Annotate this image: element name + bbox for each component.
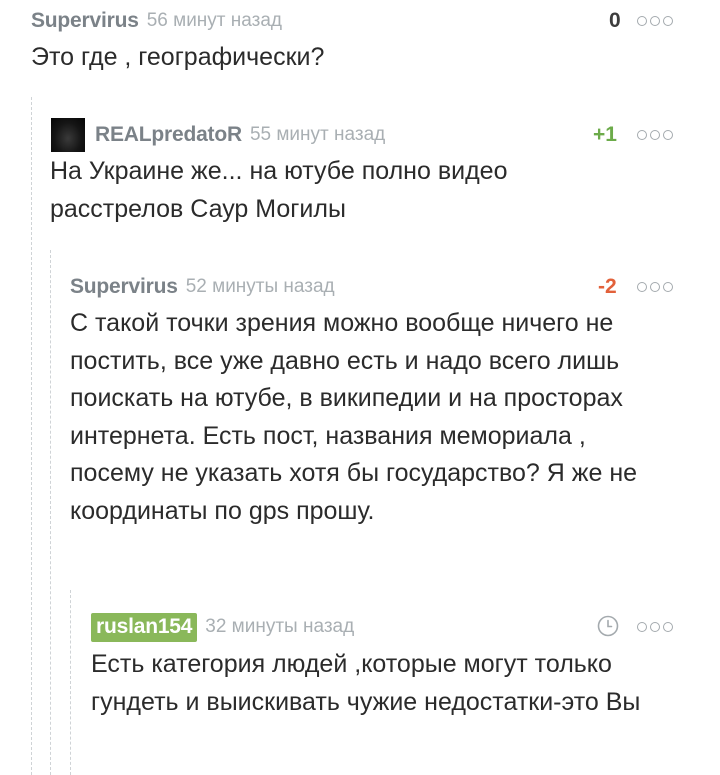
more-dots-icon[interactable] [637, 272, 673, 302]
comment-text: С такой точки зрения можно вообще ничего… [70, 309, 638, 525]
more-dots-icon[interactable] [637, 120, 673, 150]
comment: REALpredatoR 55 минут назад +1 [95, 120, 691, 150]
comment-text: На Украине же... на ютубе полно видео ра… [50, 157, 508, 223]
more-dots-icon[interactable] [637, 6, 673, 36]
thread-line-level-2 [50, 250, 51, 775]
comment-author[interactable]: Supervirus [70, 275, 178, 299]
comment-time[interactable]: 56 минут назад [147, 10, 282, 32]
comment-header: Supervirus 52 минуты назад [70, 272, 335, 302]
comment-rating: -2 [598, 275, 617, 298]
comment-author[interactable]: Supervirus [31, 9, 139, 33]
thread-line-level-3 [70, 590, 71, 775]
comment-author[interactable]: REALpredatoR [95, 123, 242, 147]
thread-line-level-1 [31, 97, 32, 775]
clock-icon[interactable] [597, 615, 619, 637]
comment-text: Это где , географически? [31, 43, 325, 71]
comment-time[interactable]: 55 минут назад [250, 124, 385, 146]
more-dots-icon[interactable] [637, 612, 673, 642]
comment-time[interactable]: 32 минуты назад [205, 616, 354, 638]
comment-header: REALpredatoR 55 минут назад [95, 120, 385, 150]
comment: ruslan154 32 минуты назад Есть категория… [91, 612, 691, 772]
comment-rating: +1 [593, 123, 617, 146]
comment-author[interactable]: ruslan154 [91, 612, 198, 642]
comment-time[interactable]: 52 минуты назад [186, 276, 335, 298]
comment: Supervirus 52 минуты назад -2 С такой то… [70, 272, 691, 572]
comment-header: ruslan154 32 минуты назад [91, 612, 354, 642]
comment-text: Есть категория людей ,которые могут толь… [91, 650, 641, 716]
user-avatar[interactable] [51, 118, 85, 152]
comment-rating: 0 [609, 9, 621, 32]
comment: Supervirus 56 минут назад 0 Это где , ге… [31, 6, 691, 78]
comment-header: Supervirus 56 минут назад [31, 6, 282, 36]
